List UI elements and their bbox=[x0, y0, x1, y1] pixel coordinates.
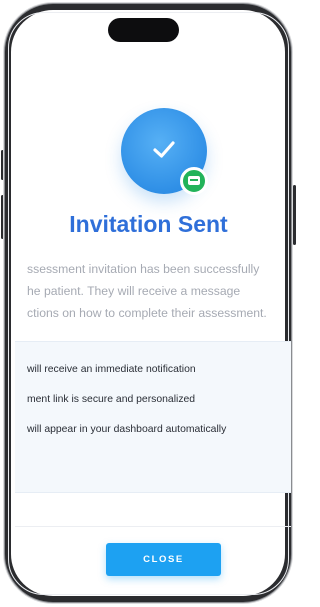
message-icon bbox=[188, 176, 200, 185]
description-line: ctions on how to complete their assessme… bbox=[27, 306, 267, 320]
dialog-title: Invitation Sent bbox=[69, 211, 228, 237]
info-list: will receive an immediate notification m… bbox=[27, 355, 291, 445]
info-item: will receive an immediate notification bbox=[27, 364, 196, 375]
description-line: ssessment invitation has been successful… bbox=[27, 262, 260, 276]
dialog-description: ssessment invitation has been successful… bbox=[27, 258, 291, 324]
phone-side-button-left bbox=[1, 150, 4, 180]
info-panel: will receive an immediate notification m… bbox=[15, 341, 291, 493]
info-item: ment link is secure and personalized bbox=[27, 394, 196, 405]
info-item: will appear in your dashboard automatica… bbox=[27, 424, 227, 435]
description-line: he patient. They will receive a message bbox=[27, 284, 241, 298]
dynamic-island bbox=[108, 18, 179, 42]
close-button[interactable]: CLOSE bbox=[106, 543, 221, 576]
checkmark-icon bbox=[153, 141, 175, 158]
footer-divider bbox=[15, 526, 291, 527]
message-badge bbox=[180, 167, 208, 195]
